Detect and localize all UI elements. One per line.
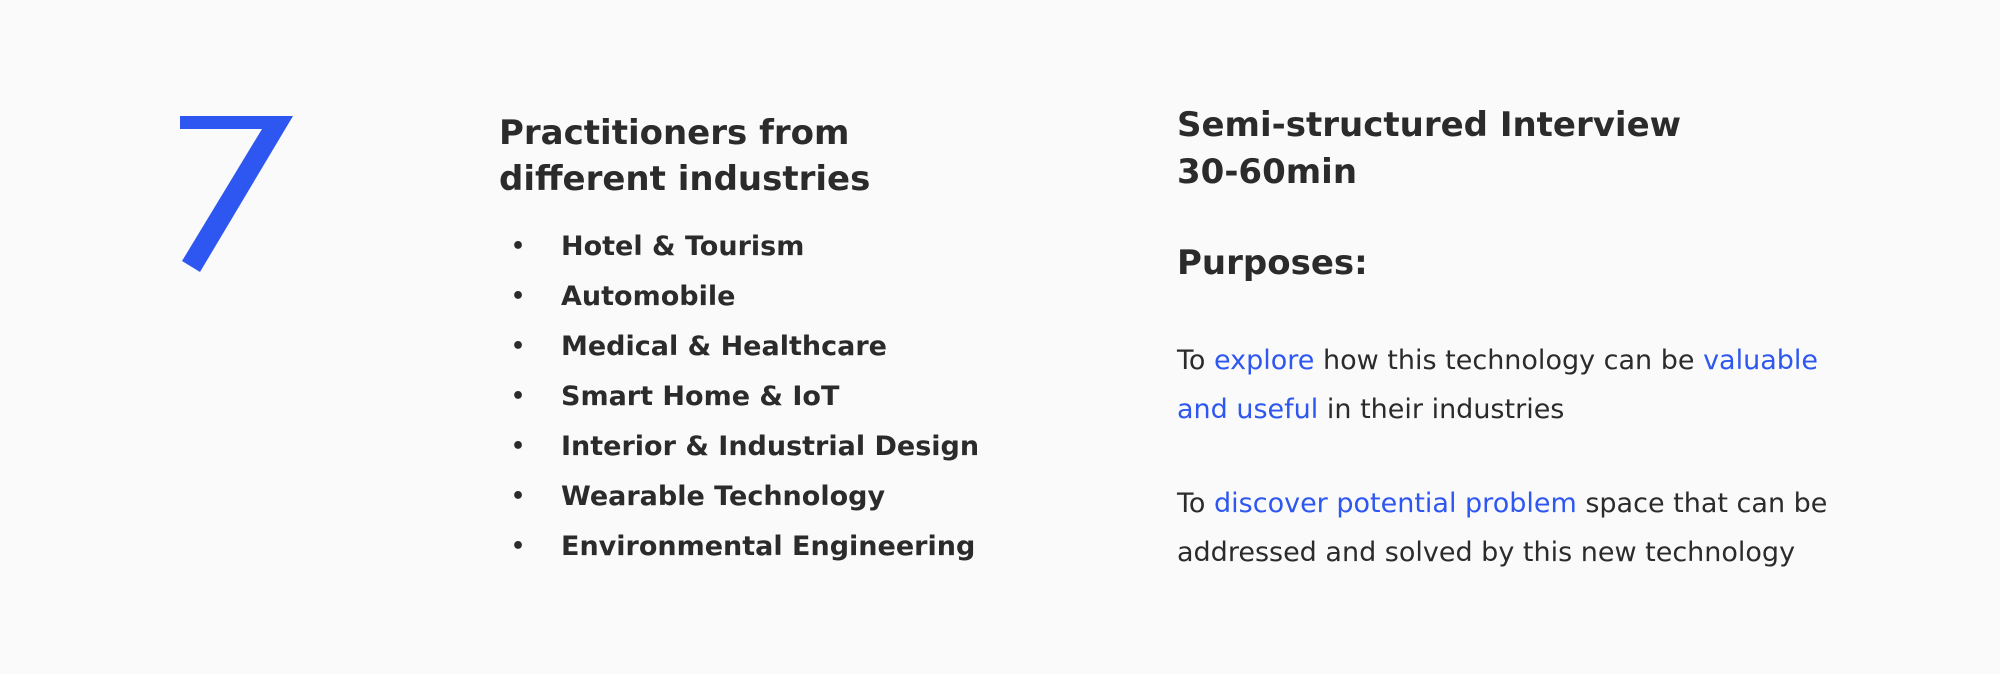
participants-title: Practitioners from different industries	[499, 110, 969, 202]
purpose-text: how this technology can be	[1314, 345, 1704, 376]
purpose-highlight: explore	[1214, 345, 1315, 376]
number-seven-glyph	[180, 116, 293, 272]
industry-label: Environmental Engineering	[561, 531, 976, 562]
interview-title-line1: Semi-structured Interview	[1177, 105, 1682, 145]
purpose-text: To	[1177, 345, 1215, 376]
bullet-icon: •	[511, 484, 526, 509]
list-item: • Environmental Engineering	[499, 522, 975, 572]
interview-title: Semi-structured Interview 30-60min	[1177, 102, 1877, 196]
list-item: • Wearable Technology	[499, 472, 969, 522]
list-item: • Automobile	[499, 272, 969, 322]
list-item: • Hotel & Tourism	[499, 222, 969, 272]
purposes-heading: Purposes:	[1177, 243, 1368, 283]
industry-list: • Hotel & Tourism • Automobile • Medical & …	[499, 222, 979, 572]
participant-count-number: 7	[180, 116, 293, 272]
list-item: • Interior & Industrial Design	[499, 422, 979, 472]
industry-label: Medical & Healthcare	[561, 331, 887, 362]
industry-label: Smart Home & IoT	[561, 381, 840, 412]
industry-label: Hotel & Tourism	[561, 231, 805, 262]
industry-label: Automobile	[561, 281, 736, 312]
bullet-icon: •	[511, 334, 526, 359]
participants-title-line1: Practitioners from	[499, 113, 850, 153]
purpose-paragraph: To explore how this technology can be va…	[1177, 336, 1877, 434]
bullet-icon: •	[511, 384, 526, 409]
purpose-highlight: discover potential problem	[1214, 488, 1577, 519]
industry-label: Wearable Technology	[561, 481, 886, 512]
bullet-icon: •	[511, 434, 526, 459]
purpose-text: To	[1177, 488, 1215, 519]
list-item: • Medical & Healthcare	[499, 322, 969, 372]
industry-label: Interior & Industrial Design	[561, 431, 980, 462]
participants-title-line2: different industries	[499, 159, 871, 199]
bullet-icon: •	[511, 284, 526, 309]
purpose-paragraph: To discover potential problem space that…	[1177, 479, 1877, 577]
bullet-icon: •	[511, 534, 526, 559]
list-item: • Smart Home & IoT	[499, 372, 969, 422]
bullet-icon: •	[511, 234, 526, 259]
interview-duration: 30-60min	[1177, 152, 1358, 192]
method-column: Semi-structured Interview 30-60min Purpo…	[1177, 102, 1877, 577]
purpose-text: in their industries	[1318, 394, 1565, 425]
participants-column: Practitioners from different industries …	[499, 110, 979, 572]
